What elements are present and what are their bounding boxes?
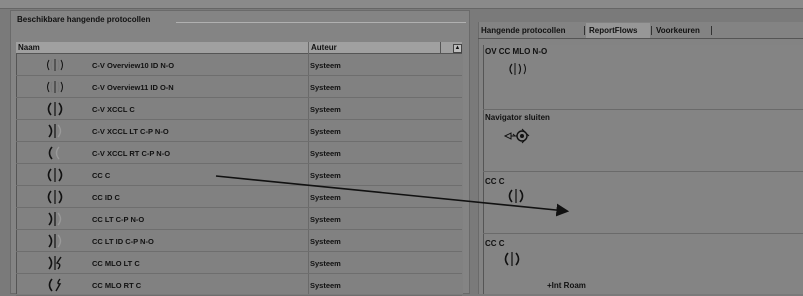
protocol-name: CC MLO RT C (92, 281, 142, 290)
table-row[interactable]: C-V Overview10 ID N-O Systeem (16, 54, 462, 76)
breast-mlo-right-icon (46, 278, 70, 292)
double-breast-pair-icon (46, 58, 70, 72)
flow-step-title: Navigator sluiten (485, 113, 550, 122)
double-breast-pair-icon (507, 62, 529, 76)
protocol-name: C-V Overview11 ID O-N (92, 83, 174, 92)
flow-step-title: CC C (485, 239, 505, 248)
flow-step[interactable]: OV CC MLO N-O (483, 45, 803, 110)
protocol-author: Systeem (310, 193, 341, 202)
table-row[interactable]: C-V XCCL C Systeem (16, 98, 462, 120)
flow-step[interactable]: CC C (483, 172, 803, 234)
table-row[interactable]: CC ID C Systeem (16, 186, 462, 208)
table-row[interactable]: CC C Systeem (16, 164, 462, 186)
protocol-name: CC LT C-P N-O (92, 215, 145, 224)
flow-step-title: CC C (485, 177, 505, 186)
breast-pair-icon (507, 188, 525, 204)
table-header: Naam Auteur (16, 42, 462, 54)
breast-pair-icon (503, 251, 521, 267)
tab-separator (651, 26, 652, 35)
tab-reportflows[interactable]: ReportFlows (586, 23, 650, 38)
protocol-author: Systeem (310, 171, 341, 180)
tab-separator (711, 26, 712, 35)
table-row[interactable]: CC LT ID C-P N-O Systeem (16, 230, 462, 252)
navigator-close-icon (503, 127, 533, 145)
table-row[interactable]: CC LT C-P N-O Systeem (16, 208, 462, 230)
table-row[interactable]: CC MLO RT C Systeem (16, 274, 462, 296)
protocol-name: C-V XCCL C (92, 105, 135, 114)
breast-pair-icon (46, 168, 70, 182)
flow-step-title: OV CC MLO N-O (485, 47, 548, 56)
title-divider (176, 22, 466, 23)
table-row[interactable]: C-V XCCL RT C-P N-O Systeem (16, 142, 462, 164)
protocol-name: CC LT ID C-P N-O (92, 237, 154, 246)
tab-bar: Hangende protocollen ReportFlows Voorkeu… (478, 23, 803, 38)
protocol-author: Systeem (310, 149, 341, 158)
flow-step[interactable]: Navigator sluiten (483, 110, 803, 172)
column-divider (440, 42, 441, 53)
protocol-name: CC MLO LT C (92, 259, 140, 268)
tab-separator (584, 26, 585, 35)
protocol-name: CC C (92, 171, 111, 180)
protocol-name: C-V XCCL RT C-P N-O (92, 149, 171, 158)
column-header-auteur[interactable]: Auteur (311, 43, 337, 52)
protocol-author: Systeem (310, 83, 341, 92)
protocol-name: CC ID C (92, 193, 120, 202)
breast-pair-left-icon (46, 212, 70, 226)
table-row[interactable]: C-V Overview11 ID O-N Systeem (16, 76, 462, 98)
protocol-author: Systeem (310, 237, 341, 246)
tab-voorkeuren[interactable]: Voorkeuren (653, 23, 711, 38)
table-row[interactable]: CC MLO LT C Systeem (16, 252, 462, 274)
column-header-naam[interactable]: Naam (18, 43, 40, 52)
double-breast-pair-icon (46, 80, 70, 94)
tab-hangende-protocollen[interactable]: Hangende protocollen (478, 23, 583, 38)
flow-step-subtitle: +Int Roam (547, 281, 586, 290)
flow-step[interactable]: CC C +Int Roam (483, 234, 803, 294)
protocol-name: C-V Overview10 ID N-O (92, 61, 175, 70)
breast-pair-left-icon (46, 234, 70, 248)
protocol-author: Systeem (310, 127, 341, 136)
protocol-author: Systeem (310, 215, 341, 224)
breast-pair-left-icon (46, 124, 70, 138)
tab-underline (478, 38, 803, 39)
breast-pair-right-icon (46, 146, 70, 160)
table-row[interactable]: C-V XCCL LT C-P N-O Systeem (16, 120, 462, 142)
breast-mlo-left-icon (46, 256, 70, 270)
protocol-author: Systeem (310, 259, 341, 268)
protocol-author: Systeem (310, 61, 341, 70)
protocol-author: Systeem (310, 281, 341, 290)
panel-title: Beschikbare hangende protocollen (17, 15, 151, 24)
scroll-up-button[interactable]: ▲ (453, 44, 462, 53)
breast-pair-divider-icon (46, 102, 70, 116)
protocol-name: C-V XCCL LT C-P N-O (92, 127, 169, 136)
protocol-author: Systeem (310, 105, 341, 114)
window-top-edge (0, 0, 803, 9)
breast-pair-divider-icon (46, 190, 70, 204)
